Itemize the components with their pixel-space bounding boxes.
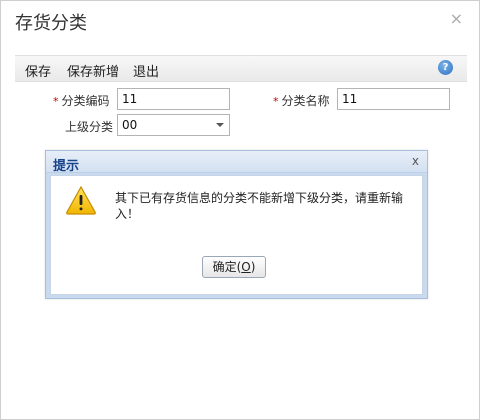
save-button[interactable]: 保存 bbox=[25, 61, 51, 80]
window-title: 存货分类 bbox=[15, 13, 87, 34]
parent-category-select[interactable]: 00 bbox=[117, 114, 230, 136]
category-name-label: * 分类名称 bbox=[273, 94, 330, 108]
required-mark: * bbox=[53, 95, 59, 108]
dropdown-arrow-icon[interactable] bbox=[216, 123, 224, 127]
ok-button[interactable]: 确定(O) bbox=[202, 256, 266, 278]
save-and-new-button[interactable]: 保存新增 bbox=[67, 61, 119, 80]
category-code-label: * 分类编码 bbox=[53, 94, 110, 108]
dialog-title: 提示 bbox=[53, 159, 80, 174]
dialog-close-icon[interactable]: x bbox=[412, 154, 419, 168]
window-title-bar: 存货分类 × bbox=[1, 1, 479, 41]
window-close-icon[interactable]: × bbox=[450, 9, 463, 28]
required-mark: * bbox=[273, 95, 279, 108]
inventory-category-window: 存货分类 × 保存 保存新增 退出 ? * 分类编码 11 * 分类名称 11 上级… bbox=[0, 0, 480, 420]
dialog-message: 其下已有存货信息的分类不能新增下级分类，请重新输入！ bbox=[115, 191, 404, 221]
parent-category-label: 上级分类 bbox=[65, 120, 114, 134]
category-name-input[interactable]: 11 bbox=[337, 88, 450, 110]
prompt-dialog: 提示 x 其下已有存货信息的分类不能新增下级分类，请重新输入！ 确定(O) bbox=[45, 150, 428, 299]
help-icon[interactable]: ? bbox=[438, 60, 453, 75]
toolbar: 保存 保存新增 退出 ? bbox=[15, 55, 467, 82]
parent-category-value: 00 bbox=[122, 118, 138, 132]
exit-button[interactable]: 退出 bbox=[133, 61, 159, 80]
dialog-body: 其下已有存货信息的分类不能新增下级分类，请重新输入！ 确定(O) bbox=[50, 175, 423, 295]
warning-icon bbox=[66, 185, 96, 215]
category-code-input[interactable]: 11 bbox=[117, 88, 230, 110]
dialog-title-bar: 提示 x bbox=[46, 151, 427, 174]
